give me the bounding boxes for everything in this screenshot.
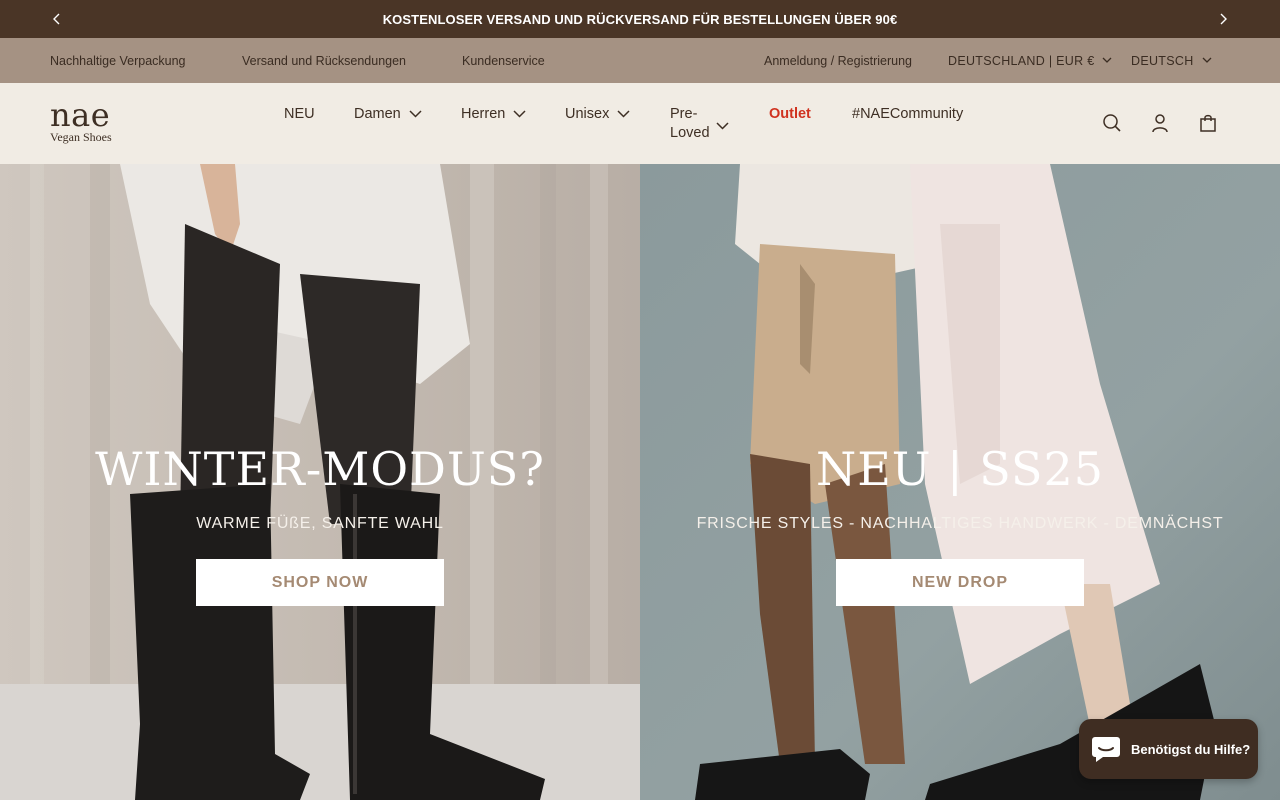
link-kundenservice[interactable]: Kundenservice: [462, 38, 545, 83]
link-nachhaltige-verpackung[interactable]: Nachhaltige Verpackung: [50, 38, 186, 83]
nav-unisex-label: Unisex: [565, 106, 610, 122]
chevron-right-icon: [1220, 13, 1227, 25]
logo-word: nae: [50, 96, 111, 134]
logo-subtitle: Vegan Shoes: [50, 130, 112, 144]
language-selector[interactable]: DEUTSCH: [1131, 38, 1212, 83]
nav-damen-label: Damen: [354, 106, 401, 122]
new-drop-button[interactable]: NEW DROP: [836, 559, 1084, 606]
utility-bar: Nachhaltige Verpackung Versand und Rücks…: [0, 38, 1280, 83]
search-icon: [1103, 114, 1121, 132]
nav-unisex[interactable]: Unisex: [565, 83, 630, 145]
chat-widget-button[interactable]: Benötigst du Hilfe?: [1079, 719, 1258, 779]
country-selector-label: DEUTSCHLAND | EUR €: [948, 53, 1095, 68]
nav-preloved-toggle[interactable]: [716, 117, 729, 135]
language-selector-label: DEUTSCH: [1131, 53, 1194, 68]
hero-left-title: WINTER-MODUS?: [95, 442, 545, 496]
nav-community[interactable]: #NAECommunity: [852, 83, 963, 145]
hero-right-subtitle: FRISCHE STYLES - NACHHALTIGES HANDWERK -…: [696, 515, 1224, 532]
chevron-down-icon: [617, 110, 630, 118]
announcement-text: KOSTENLOSER VERSAND UND RÜCKVERSAND FÜR …: [382, 11, 898, 27]
main-header: nae Vegan Shoes NEU Damen Herren Unisex …: [0, 83, 1280, 164]
hero-left-banner[interactable]: WINTER-MODUS? WARME FÜßE, SANFTE WAHL SH…: [0, 164, 640, 800]
login-register-link[interactable]: Anmeldung / Registrierung: [764, 38, 912, 83]
nav-neu[interactable]: NEU: [284, 83, 315, 145]
chevron-down-icon: [1103, 57, 1112, 63]
chevron-down-icon: [409, 110, 422, 118]
nae-logo[interactable]: nae Vegan Shoes: [50, 99, 130, 145]
nav-outlet[interactable]: Outlet: [769, 83, 811, 145]
nav-preloved[interactable]: Pre-Loved: [670, 105, 714, 143]
search-button[interactable]: [1101, 112, 1123, 134]
shop-now-button[interactable]: SHOP NOW: [196, 559, 444, 606]
nav-herren[interactable]: Herren: [461, 83, 526, 145]
account-icon: [1152, 114, 1168, 133]
nav-herren-label: Herren: [461, 106, 506, 122]
hero-left-subtitle: WARME FÜßE, SANFTE WAHL: [196, 515, 444, 532]
country-selector[interactable]: DEUTSCHLAND | EUR €: [948, 38, 1112, 83]
cart-icon: [1200, 114, 1216, 132]
account-button[interactable]: [1149, 112, 1171, 134]
nav-damen[interactable]: Damen: [354, 83, 422, 145]
announcement-prev-button[interactable]: [38, 0, 76, 38]
announcement-bar: KOSTENLOSER VERSAND UND RÜCKVERSAND FÜR …: [0, 0, 1280, 38]
chat-bubble-icon: [1092, 737, 1120, 762]
chat-widget-label: Benötigst du Hilfe?: [1131, 741, 1251, 757]
chevron-left-icon: [53, 13, 60, 25]
hero-right-banner[interactable]: NEU | SS25 FRISCHE STYLES - NACHHALTIGES…: [640, 164, 1280, 800]
chevron-down-icon: [716, 122, 729, 130]
announcement-next-button[interactable]: [1204, 0, 1242, 38]
cart-button[interactable]: [1197, 112, 1219, 134]
chevron-down-icon: [1202, 57, 1211, 63]
chevron-down-icon: [513, 110, 526, 118]
hero-right-title: NEU | SS25: [815, 442, 1105, 496]
link-versand-ruecksendungen[interactable]: Versand und Rücksendungen: [242, 38, 406, 83]
